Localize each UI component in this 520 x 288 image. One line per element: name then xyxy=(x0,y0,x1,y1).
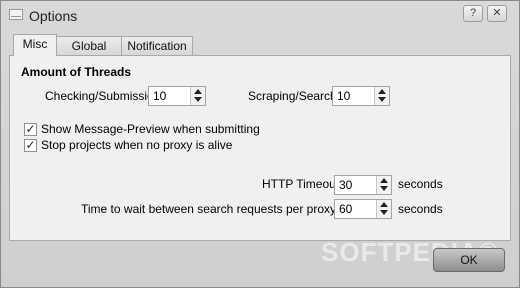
checkmark-icon: ✓ xyxy=(25,122,36,136)
tab-notification[interactable]: Notification xyxy=(121,36,193,55)
http-timeout-spinbox[interactable]: 30 xyxy=(334,175,392,195)
checking-value: 10 xyxy=(153,89,167,103)
scraping-stepper[interactable] xyxy=(374,87,389,105)
checking-label: Checking/Submission xyxy=(45,89,161,103)
http-timeout-stepper[interactable] xyxy=(376,176,391,194)
http-timeout-value: 30 xyxy=(339,178,353,192)
wait-stepper[interactable] xyxy=(376,200,391,218)
decrement-arrow-icon[interactable] xyxy=(380,210,388,215)
misc-panel: Amount of Threads Checking/Submission 10… xyxy=(9,55,511,241)
window-title: Options xyxy=(29,8,78,24)
wait-label: Time to wait between search requests per… xyxy=(81,202,351,216)
stop-projects-checkbox[interactable]: ✓ xyxy=(24,139,37,152)
title-bar: Options ? ✕ xyxy=(1,1,519,31)
help-button[interactable]: ? xyxy=(463,5,483,22)
show-preview-label: Show Message-Preview when submitting xyxy=(41,122,260,136)
increment-arrow-icon[interactable] xyxy=(378,89,386,94)
increment-arrow-icon[interactable] xyxy=(380,202,388,207)
close-button[interactable]: ✕ xyxy=(487,5,507,22)
checking-stepper[interactable] xyxy=(190,87,205,105)
tab-global-filter[interactable]: Global Filter xyxy=(56,36,122,71)
checkmark-icon: ✓ xyxy=(25,138,36,152)
decrement-arrow-icon[interactable] xyxy=(194,97,202,102)
scraping-spinbox[interactable]: 10 xyxy=(332,86,390,106)
decrement-arrow-icon[interactable] xyxy=(380,186,388,191)
scraping-label: Scraping/Search xyxy=(248,89,337,103)
tab-misc[interactable]: Misc xyxy=(13,34,57,56)
decrement-arrow-icon[interactable] xyxy=(378,97,386,102)
stop-projects-label: Stop projects when no proxy is alive xyxy=(41,138,233,152)
increment-arrow-icon[interactable] xyxy=(194,89,202,94)
increment-arrow-icon[interactable] xyxy=(380,178,388,183)
show-preview-checkbox[interactable]: ✓ xyxy=(24,123,37,136)
wait-unit: seconds xyxy=(398,202,443,216)
wait-spinbox[interactable]: 60 xyxy=(334,199,392,219)
envelope-icon xyxy=(9,9,23,20)
http-timeout-unit: seconds xyxy=(398,177,443,191)
scraping-value: 10 xyxy=(337,89,351,103)
ok-button[interactable]: OK xyxy=(433,248,505,272)
wait-value: 60 xyxy=(339,202,353,216)
checking-spinbox[interactable]: 10 xyxy=(148,86,206,106)
options-window: Options ? ✕ Misc Global Filter Notificat… xyxy=(0,0,520,288)
http-timeout-label: HTTP Timeout xyxy=(262,177,340,191)
threads-section-title: Amount of Threads xyxy=(21,65,131,79)
